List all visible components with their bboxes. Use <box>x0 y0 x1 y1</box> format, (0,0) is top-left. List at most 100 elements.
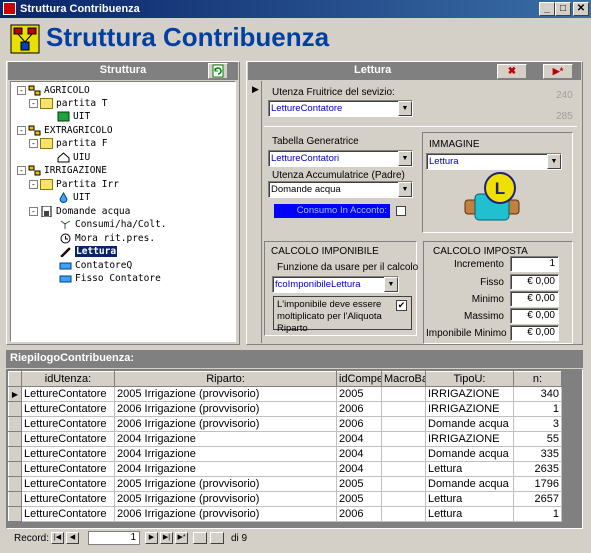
table-row[interactable]: LettureContatore 2005 Irrigazione (provvi… <box>8 476 562 492</box>
collapse-icon[interactable]: - <box>17 86 26 95</box>
table-cell[interactable]: 2005 Irrigazione (provvisorio) <box>114 491 337 507</box>
table-cell[interactable]: 2005 <box>336 476 382 492</box>
table-cell[interactable]: Domande acqua <box>425 446 514 462</box>
tree-item-mora[interactable]: Mora rit.pres. <box>59 232 155 245</box>
tree-item-consumi[interactable]: Consumi/ha/Colt. <box>59 218 167 231</box>
table-cell[interactable]: LettureContatore <box>21 431 115 447</box>
collapse-icon[interactable]: - <box>17 166 26 175</box>
utenza-fruitrice-select[interactable]: LettureContatore ▼ <box>268 100 413 117</box>
immagine-select[interactable]: Lettura ▼ <box>426 153 562 170</box>
minimo-field[interactable]: € 0,00 <box>510 291 559 307</box>
table-cell[interactable]: Domande acqua <box>425 476 514 492</box>
table-cell[interactable]: Lettura <box>425 491 514 507</box>
table-cell[interactable]: LettureContatore <box>21 416 115 432</box>
chevron-down-icon[interactable]: ▼ <box>398 182 412 197</box>
table-cell[interactable]: 2006 <box>336 401 382 417</box>
table-row[interactable]: LettureContatore 2006 Irrigazione (provvi… <box>8 416 562 432</box>
tree-item-lettura[interactable]: Lettura <box>59 245 118 258</box>
table-cell[interactable]: 2006 <box>336 416 382 432</box>
table-row[interactable]: LettureContatore 2004 Irrigazione 2004 IRRI… <box>8 431 562 447</box>
tree-item-fisso-contatore[interactable]: Fisso Contatore <box>59 272 161 285</box>
tree-item-partita-irr[interactable]: - Partita Irr <box>29 178 119 191</box>
column-header[interactable]: TipoU: <box>425 371 514 387</box>
table-cell[interactable]: IRRIGAZIONE <box>425 401 514 417</box>
table-cell[interactable]: 2004 Irrigazione <box>114 431 337 447</box>
table-cell[interactable]: 3 <box>513 416 562 432</box>
table-cell[interactable]: 1 <box>513 506 562 522</box>
table-cell[interactable]: 2005 <box>336 386 382 402</box>
row-selector[interactable] <box>8 416 22 432</box>
structure-tree[interactable]: - AGRICOLO - partita T UIT - EXTRAGRICOLO -… <box>10 81 236 342</box>
table-cell[interactable]: 2004 Irrigazione <box>114 446 337 462</box>
table-row[interactable]: LettureContatore 2006 Irrigazione (provvi… <box>8 401 562 417</box>
minimize-button[interactable]: _ <box>539 2 555 16</box>
record-selector[interactable]: ▶ <box>250 81 262 343</box>
table-row[interactable]: LettureContatore 2006 Irrigazione (provvi… <box>8 506 562 522</box>
goto-button[interactable] <box>210 532 224 544</box>
table-cell[interactable]: Lettura <box>425 506 514 522</box>
tree-item-extragricolo[interactable]: - EXTRAGRICOLO <box>17 124 113 137</box>
new-record-nav-button[interactable]: ▶* <box>175 532 188 544</box>
close-button[interactable]: ✕ <box>573 2 589 16</box>
first-record-button[interactable]: |◀ <box>51 532 64 544</box>
utenza-accumulatrice-select[interactable]: Domande acqua ▼ <box>268 181 413 198</box>
table-cell[interactable]: IRRIGAZIONE <box>425 431 514 447</box>
imponibile-minimo-field[interactable]: € 0,00 <box>510 325 559 341</box>
refresh-button[interactable] <box>208 63 228 79</box>
consumo-in-acconto-checkbox[interactable] <box>396 206 406 216</box>
table-cell[interactable]: 2004 <box>336 431 382 447</box>
tree-item-irrigazione[interactable]: - IRRIGAZIONE <box>17 164 107 177</box>
table-cell[interactable]: 2005 Irrigazione (provvisorio) <box>114 386 337 402</box>
table-cell[interactable]: 2004 <box>336 446 382 462</box>
column-header[interactable]: MacroBa <box>381 371 426 387</box>
row-selector[interactable] <box>8 446 22 462</box>
table-cell[interactable] <box>381 386 426 402</box>
table-cell[interactable] <box>381 476 426 492</box>
row-selector[interactable] <box>8 461 22 477</box>
tree-item-uit-irr[interactable]: UIT <box>57 191 90 204</box>
last-record-button[interactable]: ▶| <box>160 532 173 544</box>
table-cell[interactable]: 2006 Irrigazione (provvisorio) <box>114 416 337 432</box>
collapse-icon[interactable]: - <box>29 139 38 148</box>
tree-item-partita-f[interactable]: - partita F <box>29 137 107 150</box>
table-cell[interactable] <box>381 461 426 477</box>
row-selector[interactable] <box>8 401 22 417</box>
chevron-down-icon[interactable]: ▼ <box>398 151 412 166</box>
table-cell[interactable]: 2005 Irrigazione (provvisorio) <box>114 476 337 492</box>
row-selector[interactable] <box>8 491 22 507</box>
table-cell[interactable]: 1796 <box>513 476 562 492</box>
column-header[interactable]: idUtenza: <box>21 371 115 387</box>
table-cell[interactable]: LettureContatore <box>21 446 115 462</box>
app-icon[interactable] <box>3 2 16 15</box>
tree-item-uiu[interactable]: UIU <box>57 151 90 164</box>
column-header[interactable]: n: <box>513 371 562 387</box>
chevron-down-icon[interactable]: ▼ <box>384 277 398 292</box>
table-cell[interactable] <box>381 446 426 462</box>
table-cell[interactable] <box>381 506 426 522</box>
table-cell[interactable]: Domande acqua <box>425 416 514 432</box>
table-cell[interactable]: LettureContatore <box>21 491 115 507</box>
table-cell[interactable]: 2006 <box>336 506 382 522</box>
massimo-field[interactable]: € 0,00 <box>510 308 559 324</box>
table-cell[interactable]: 335 <box>513 446 562 462</box>
table-cell[interactable]: 55 <box>513 431 562 447</box>
table-row[interactable]: LettureContatore 2005 Irrigazione (provvi… <box>8 491 562 507</box>
table-cell[interactable]: IRRIGAZIONE <box>425 386 514 402</box>
tree-item-domande-acqua[interactable]: - Domande acqua <box>29 205 130 218</box>
tabella-generatrice-select[interactable]: LettureContatori ▼ <box>268 150 413 167</box>
table-cell[interactable]: 2005 <box>336 491 382 507</box>
collapse-icon[interactable]: - <box>29 207 38 216</box>
maximize-button[interactable]: □ <box>555 2 571 16</box>
collapse-icon[interactable]: - <box>17 126 26 135</box>
table-cell[interactable]: 2004 <box>336 461 382 477</box>
table-cell[interactable] <box>381 401 426 417</box>
next-record-button[interactable]: ▶ <box>145 532 158 544</box>
table-cell[interactable]: 2635 <box>513 461 562 477</box>
funzione-select[interactable]: fcoImponibileLettura ▼ <box>272 276 399 293</box>
table-cell[interactable] <box>381 491 426 507</box>
table-cell[interactable]: 2004 Irrigazione <box>114 461 337 477</box>
row-selector[interactable]: ▶ <box>8 386 22 402</box>
row-selector[interactable] <box>8 476 22 492</box>
table-cell[interactable]: LettureContatore <box>21 386 115 402</box>
tree-item-uit[interactable]: UIT <box>57 110 90 123</box>
